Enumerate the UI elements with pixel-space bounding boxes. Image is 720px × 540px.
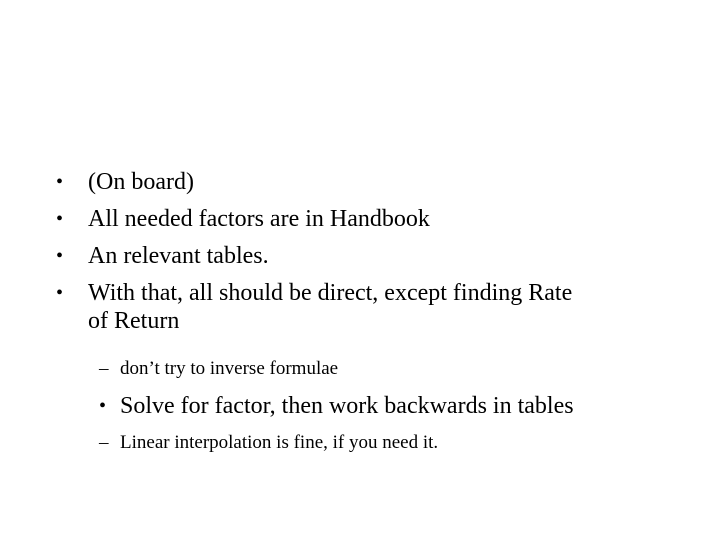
dash-marker: – <box>99 358 109 379</box>
slide: • (On board) • All needed factors are in… <box>0 0 720 540</box>
sub-bullet-text: Linear interpolation is fine, if you nee… <box>120 432 439 453</box>
bullet-marker: • <box>56 282 64 304</box>
bullet-marker: • <box>56 171 64 193</box>
bullet-marker: • <box>56 245 64 267</box>
dash-marker: – <box>99 432 109 453</box>
bullet-marker: • <box>56 208 64 230</box>
bullet-marker: • <box>99 395 107 417</box>
bullet-text: (On board) <box>88 169 194 195</box>
bullet-text: Solve for factor, then work backwards in… <box>120 393 574 419</box>
bullet-text: With that, all should be direct, except … <box>88 280 573 306</box>
bullet-text: All needed factors are in Handbook <box>88 206 430 232</box>
bullet-text: An relevant tables. <box>88 243 269 269</box>
sub-bullet-text: don’t try to inverse formulae <box>120 358 339 379</box>
bullet-text-continuation: of Return <box>88 308 180 334</box>
